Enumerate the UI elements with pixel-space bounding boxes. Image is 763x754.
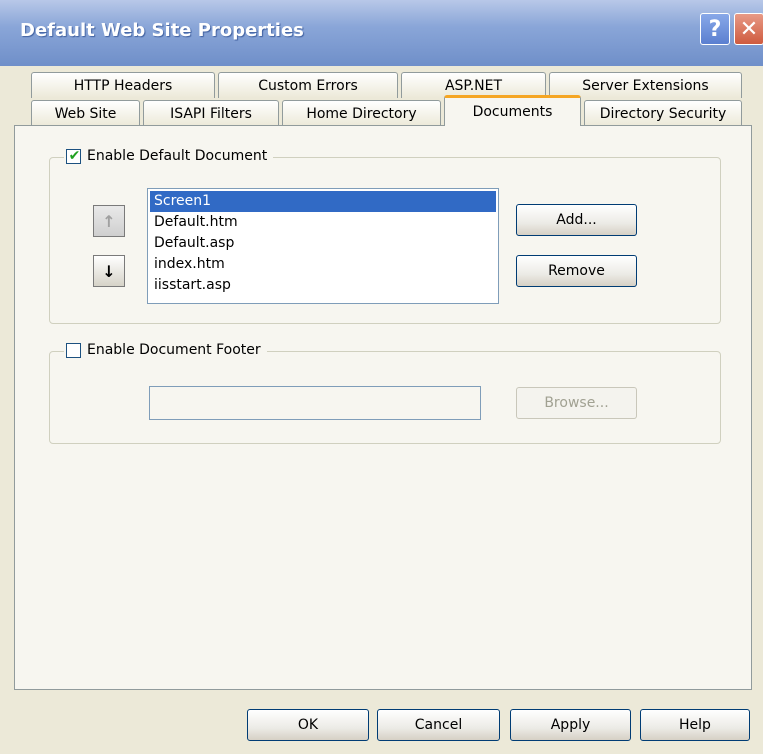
tab-http-headers[interactable]: HTTP Headers	[31, 72, 215, 98]
tab-isapi-filters[interactable]: ISAPI Filters	[143, 100, 279, 126]
default-documents-list[interactable]: Screen1 Default.htm Default.asp index.ht…	[147, 188, 499, 304]
remove-button[interactable]: Remove	[516, 255, 637, 287]
document-footer-checkbox-box[interactable]	[66, 342, 81, 358]
close-icon: ✕	[739, 16, 759, 42]
ok-button[interactable]: OK	[247, 709, 369, 741]
browse-button: Browse...	[516, 387, 637, 419]
help-icon: ?	[708, 16, 722, 42]
add-button[interactable]: Add...	[516, 204, 637, 236]
tab-home-directory[interactable]: Home Directory	[282, 100, 441, 126]
footer-path-input	[149, 386, 481, 420]
window-title: Default Web Site Properties	[20, 20, 304, 41]
list-item[interactable]: Screen1	[150, 191, 496, 212]
enable-document-footer-checkbox[interactable]: Enable Document Footer	[64, 342, 267, 358]
cancel-button[interactable]: Cancel	[377, 709, 500, 741]
tab-documents[interactable]: Documents	[444, 95, 581, 127]
close-button[interactable]: ✕	[734, 13, 763, 45]
default-document-checkbox-box[interactable]: ✔	[66, 147, 81, 164]
list-item[interactable]: iisstart.asp	[150, 275, 496, 296]
enable-default-document-checkbox[interactable]: ✔ Enable Default Document	[64, 147, 274, 164]
list-item[interactable]: index.htm	[150, 254, 496, 275]
help-button[interactable]: Help	[640, 709, 750, 741]
enable-default-document-label: Enable Default Document	[87, 148, 268, 164]
move-down-button[interactable]: ↓	[93, 255, 125, 287]
help-title-button[interactable]: ?	[700, 13, 730, 45]
checkmark-icon: ✔	[68, 147, 81, 164]
tab-web-site[interactable]: Web Site	[31, 100, 140, 126]
tab-custom-errors[interactable]: Custom Errors	[218, 72, 398, 98]
arrow-up-icon: ↑	[102, 211, 116, 231]
enable-document-footer-label: Enable Document Footer	[87, 342, 261, 358]
tab-directory-security[interactable]: Directory Security	[584, 100, 742, 126]
list-item[interactable]: Default.htm	[150, 212, 496, 233]
apply-button[interactable]: Apply	[510, 709, 631, 741]
move-up-button[interactable]: ↑	[93, 205, 125, 237]
title-bar[interactable]: Default Web Site Properties ? ✕	[0, 0, 763, 66]
list-item[interactable]: Default.asp	[150, 233, 496, 254]
arrow-down-icon: ↓	[102, 261, 116, 281]
